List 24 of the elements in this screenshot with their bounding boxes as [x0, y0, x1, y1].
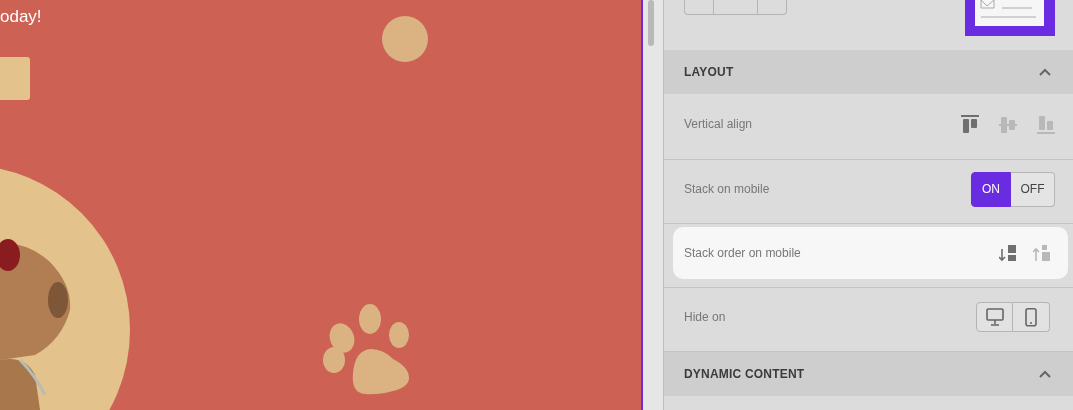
circle-decoration [382, 16, 428, 62]
toggle-option[interactable]: ON [971, 171, 1011, 207]
chevron-up-icon[interactable] [1039, 68, 1051, 76]
chevron-up-icon[interactable] [1039, 370, 1051, 378]
section-title: DYNAMIC CONTENT [684, 367, 805, 381]
device-button[interactable] [1013, 302, 1050, 332]
setting-label: Vertical align [684, 117, 753, 131]
toggle-option[interactable]: OFF [1011, 171, 1055, 207]
mobile-icon [1022, 307, 1040, 327]
paw-icon [323, 303, 411, 395]
device-button[interactable] [976, 302, 1013, 332]
setting-label: Stack order on mobile [684, 246, 801, 260]
heading-text: oday! [0, 7, 42, 27]
setting-label: Stack on mobile [684, 182, 770, 196]
setting-label: Hide on [684, 310, 726, 324]
align-top-icon[interactable] [961, 114, 979, 134]
section-header[interactable]: LAYOUT [664, 50, 1073, 94]
section-title: LAYOUT [684, 65, 734, 79]
section-header[interactable]: DYNAMIC CONTENT [664, 352, 1073, 396]
scrollbar-thumb[interactable] [648, 0, 654, 46]
desktop-icon [985, 307, 1004, 327]
sort-down-icon[interactable] [999, 243, 1017, 263]
layout-thumbnail-icon[interactable] [965, 0, 1055, 36]
sort-up-icon[interactable] [1033, 243, 1051, 263]
